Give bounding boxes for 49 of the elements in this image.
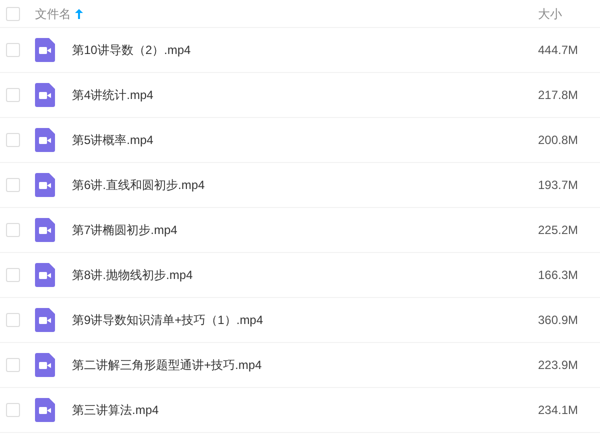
- checkbox[interactable]: [6, 313, 20, 327]
- file-size: 225.2M: [538, 222, 580, 239]
- video-file-icon: [35, 173, 55, 197]
- file-name[interactable]: 第5讲概率.mp4: [72, 131, 538, 149]
- checkbox[interactable]: [6, 403, 20, 417]
- file-size: 200.8M: [538, 132, 580, 149]
- file-size: 223.9M: [538, 357, 580, 374]
- checkbox[interactable]: [6, 133, 20, 147]
- file-row[interactable]: 第三讲算法.mp4 234.1M: [0, 388, 600, 433]
- video-file-icon: [35, 308, 55, 332]
- file-size: 234.1M: [538, 402, 580, 419]
- checkbox[interactable]: [6, 268, 20, 282]
- file-size: 360.9M: [538, 312, 580, 329]
- file-row[interactable]: 第4讲统计.mp4 217.8M: [0, 73, 600, 118]
- checkbox[interactable]: [6, 6, 20, 20]
- checkbox[interactable]: [6, 178, 20, 192]
- checkbox[interactable]: [6, 358, 20, 372]
- video-file-icon: [35, 218, 55, 242]
- file-row[interactable]: 第二讲解三角形题型通讲+技巧.mp4 223.9M: [0, 343, 600, 388]
- file-name[interactable]: 第二讲解三角形题型通讲+技巧.mp4: [72, 356, 538, 374]
- file-row[interactable]: 第10讲导数（2）.mp4 444.7M: [0, 28, 600, 73]
- sort-ascending-icon[interactable]: [75, 8, 83, 18]
- video-file-icon: [35, 38, 55, 62]
- checkbox[interactable]: [6, 88, 20, 102]
- file-size: 193.7M: [538, 177, 580, 194]
- file-size: 166.3M: [538, 267, 580, 284]
- file-name[interactable]: 第9讲导数知识清单+技巧（1）.mp4: [72, 311, 538, 329]
- video-file-icon: [35, 353, 55, 377]
- file-size: 217.8M: [538, 87, 580, 104]
- file-name[interactable]: 第10讲导数（2）.mp4: [72, 41, 538, 59]
- file-size: 444.7M: [538, 42, 580, 59]
- video-file-icon: [35, 128, 55, 152]
- file-row[interactable]: 第5讲概率.mp4 200.8M: [0, 118, 600, 163]
- file-name[interactable]: 第三讲算法.mp4: [72, 401, 538, 419]
- file-row[interactable]: 第8讲.抛物线初步.mp4 166.3M: [0, 253, 600, 298]
- video-file-icon: [35, 398, 55, 422]
- file-name[interactable]: 第4讲统计.mp4: [72, 86, 538, 104]
- file-name[interactable]: 第6讲.直线和圆初步.mp4: [72, 176, 538, 194]
- checkbox[interactable]: [6, 223, 20, 237]
- file-row[interactable]: 第6讲.直线和圆初步.mp4 193.7M: [0, 163, 600, 208]
- checkbox[interactable]: [6, 43, 20, 57]
- file-name[interactable]: 第8讲.抛物线初步.mp4: [72, 266, 538, 284]
- video-file-icon: [35, 263, 55, 287]
- file-row[interactable]: 第7讲椭圆初步.mp4 225.2M: [0, 208, 600, 253]
- file-row[interactable]: 第9讲导数知识清单+技巧（1）.mp4 360.9M: [0, 298, 600, 343]
- column-header[interactable]: 文件名: [35, 4, 71, 22]
- file-name[interactable]: 第7讲椭圆初步.mp4: [72, 221, 538, 239]
- video-file-icon: [35, 83, 55, 107]
- column-header[interactable]: 大小: [538, 4, 562, 22]
